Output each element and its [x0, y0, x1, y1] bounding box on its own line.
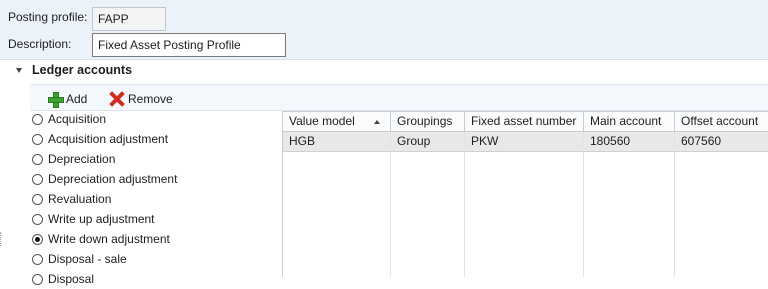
radio-button[interactable]: [32, 113, 43, 125]
toolbar: Add Remove: [30, 84, 768, 111]
radio-label: Disposal: [48, 272, 95, 286]
cell-offset-account[interactable]: 607560: [675, 132, 768, 152]
collapse-arrow-icon[interactable]: [16, 68, 22, 73]
header-form: Posting profile: FAPP Description: Fixed…: [0, 0, 768, 60]
radio-acquisition-adjustment[interactable]: Acquisition adjustment: [32, 129, 168, 149]
cell-fixed-asset-number[interactable]: PKW: [465, 132, 584, 152]
column-header-label: Value model: [289, 114, 355, 128]
column-header-fixed-asset-number[interactable]: Fixed asset number: [465, 112, 584, 132]
radio-write-up-adjustment[interactable]: Write up adjustment: [32, 209, 155, 229]
radio-depreciation[interactable]: Depreciation: [32, 149, 115, 169]
cell-main-account[interactable]: 180560: [584, 132, 675, 152]
column-divider: [390, 132, 391, 277]
column-divider: [674, 132, 675, 277]
column-header-main-account[interactable]: Main account: [584, 112, 675, 132]
radio-depreciation-adjustment[interactable]: Depreciation adjustment: [32, 169, 177, 189]
sort-ascending-icon: [374, 120, 380, 124]
ledger-accounts-section-header[interactable]: Ledger accounts: [0, 60, 768, 82]
radio-button[interactable]: [32, 153, 43, 165]
radio-disposal[interactable]: Disposal: [32, 269, 94, 289]
section-title: Ledger accounts: [32, 63, 133, 77]
radio-label: Write down adjustment: [48, 232, 170, 246]
radio-label: Disposal - sale: [48, 252, 127, 266]
description-field[interactable]: Fixed Asset Posting Profile: [92, 33, 286, 57]
radio-disposal-sale[interactable]: Disposal - sale: [32, 249, 127, 269]
cell-value-model[interactable]: HGB: [283, 132, 391, 152]
radio-acquisition[interactable]: Acquisition: [32, 109, 106, 129]
radio-button[interactable]: [32, 133, 43, 145]
radio-label: Depreciation: [48, 152, 116, 166]
remove-button[interactable]: Remove: [110, 89, 173, 108]
column-header-offset-account[interactable]: Offset account: [675, 112, 768, 132]
description-label: Description:: [8, 37, 72, 51]
radio-label: Acquisition: [48, 112, 107, 126]
add-button[interactable]: Add: [48, 89, 87, 108]
ledger-accounts-grid: Value model Groupings Fixed asset number…: [282, 111, 768, 277]
radio-label: Write up adjustment: [48, 212, 155, 226]
radio-label: Revaluation: [48, 192, 112, 206]
posting-profile-field: FAPP: [92, 7, 166, 31]
radio-button[interactable]: [32, 273, 43, 285]
close-icon: [110, 92, 124, 106]
radio-label: Depreciation adjustment: [48, 172, 178, 186]
splitter-handle[interactable]: [0, 232, 4, 246]
radio-button[interactable]: [32, 173, 43, 185]
cell-groupings[interactable]: Group: [391, 132, 465, 152]
radio-revaluation[interactable]: Revaluation: [32, 189, 111, 209]
column-divider: [583, 132, 584, 277]
column-divider: [464, 132, 465, 277]
radio-button-selected[interactable]: [32, 233, 43, 245]
table-row[interactable]: HGB Group PKW 180560 607560: [283, 132, 768, 152]
grid-header: Value model Groupings Fixed asset number…: [283, 112, 768, 132]
posting-profile-label: Posting profile:: [8, 10, 88, 24]
remove-button-label: Remove: [128, 91, 173, 106]
column-header-value-model[interactable]: Value model: [283, 112, 391, 132]
radio-button[interactable]: [32, 193, 43, 205]
add-button-label: Add: [66, 91, 88, 106]
plus-icon: [48, 91, 64, 108]
column-header-groupings[interactable]: Groupings: [391, 112, 465, 132]
radio-button[interactable]: [32, 253, 43, 265]
radio-write-down-adjustment[interactable]: Write down adjustment: [32, 229, 170, 249]
radio-label: Acquisition adjustment: [48, 132, 169, 146]
radio-button[interactable]: [32, 213, 43, 225]
